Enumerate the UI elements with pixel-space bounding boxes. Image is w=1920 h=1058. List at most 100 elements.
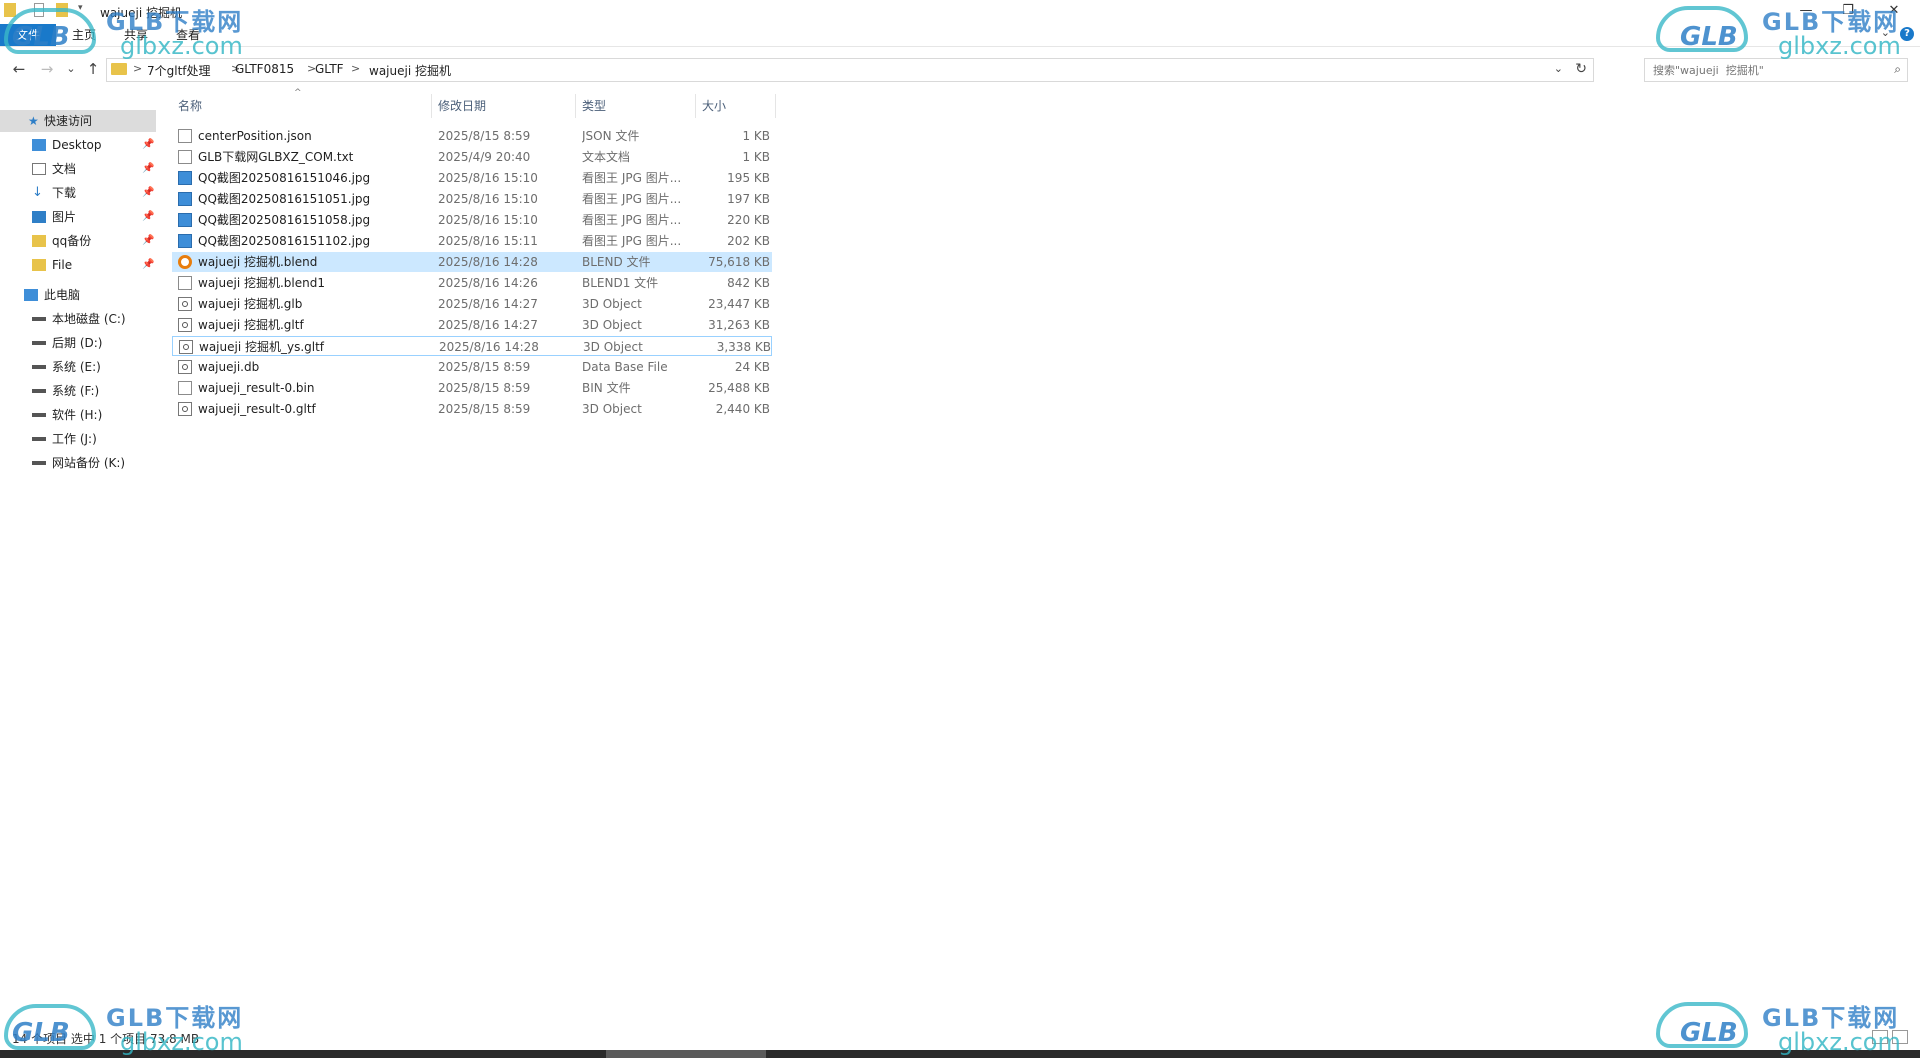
address-dropdown-icon[interactable]: ⌄ (1554, 62, 1563, 75)
sidebar-item-documents[interactable]: 文档 📌 (0, 158, 156, 180)
new-folder-icon[interactable] (56, 3, 68, 17)
column-header-type[interactable]: 类型 (576, 94, 696, 118)
file-type: Data Base File (582, 360, 668, 374)
file-row[interactable]: wajueji 挖掘机.glb 2025/8/16 14:27 3D Objec… (172, 294, 772, 314)
close-button[interactable]: ✕ (1874, 2, 1914, 20)
file-size: 202 KB (727, 234, 770, 248)
large-icons-view-icon[interactable] (1892, 1030, 1908, 1044)
pin-icon[interactable]: 📌 (142, 230, 154, 252)
sidebar-item-qq-backup[interactable]: qq备份 📌 (0, 230, 156, 252)
file-type: 看图王 JPG 图片... (582, 171, 682, 185)
file-row[interactable]: wajueji_result-0.gltf 2025/8/15 8:59 3D … (172, 399, 772, 419)
breadcrumb-item[interactable]: wajueji 挖掘机 (369, 62, 451, 79)
breadcrumb-item[interactable]: 7个gltf处理 (147, 62, 211, 79)
pin-icon[interactable]: 📌 (142, 254, 154, 276)
breadcrumb-item[interactable]: GLTF0815 (235, 62, 294, 76)
file-date: 2025/8/16 14:27 (438, 318, 538, 332)
file-date: 2025/8/16 14:28 (438, 255, 538, 269)
sidebar-item-label: File (52, 258, 73, 272)
column-header-size[interactable]: 大小 (696, 94, 776, 118)
recent-locations-button[interactable]: ⌄ (62, 60, 80, 78)
tab-file[interactable]: 文件 (0, 24, 56, 46)
sidebar-item-drive-c[interactable]: 本地磁盘 (C:) (0, 308, 156, 330)
minimize-button[interactable]: — (1786, 2, 1826, 20)
details-view-icon[interactable] (1872, 1030, 1888, 1044)
file-row[interactable]: QQ截图20250816151046.jpg 2025/8/16 15:10 看… (172, 168, 772, 188)
sidebar-item-drive-d[interactable]: 后期 (D:) (0, 332, 156, 354)
file-type: 3D Object (582, 402, 642, 416)
column-header-name[interactable]: 名称 (172, 94, 432, 118)
breadcrumb-item[interactable]: GLTF (315, 62, 344, 76)
file-date: 2025/8/15 8:59 (438, 360, 531, 374)
ribbon-expand-icon[interactable]: ⌄ (1881, 26, 1890, 39)
back-button[interactable]: ← (10, 60, 28, 78)
drive-icon (32, 437, 46, 441)
sidebar-item-drive-h[interactable]: 软件 (H:) (0, 404, 156, 426)
file-date: 2025/8/16 15:10 (438, 192, 538, 206)
sidebar-item-drive-f[interactable]: 系统 (F:) (0, 380, 156, 402)
sidebar-item-drive-j[interactable]: 工作 (J:) (0, 428, 156, 450)
sidebar-item-drive-e[interactable]: 系统 (E:) (0, 356, 156, 378)
tab-share[interactable]: 共享 (116, 26, 156, 44)
file-row[interactable]: QQ截图20250816151051.jpg 2025/8/16 15:10 看… (172, 189, 772, 209)
taskbar-active-app[interactable] (606, 1050, 766, 1058)
drive-icon (32, 389, 46, 393)
file-name: wajueji 挖掘机_ys.gltf (199, 340, 325, 354)
watermark-bottom-right: GLB GLB下载网 glbxz.com (1650, 996, 1920, 1056)
file-row[interactable]: centerPosition.json 2025/8/15 8:59 JSON … (172, 126, 772, 146)
file-type: 3D Object (582, 297, 642, 311)
tab-view[interactable]: 查看 (168, 26, 208, 44)
file-name: QQ截图20250816151046.jpg (198, 171, 371, 185)
breadcrumb-separator[interactable]: > (351, 62, 360, 75)
sidebar-item-desktop[interactable]: Desktop 📌 (0, 134, 156, 156)
column-header-date[interactable]: 修改日期 (432, 94, 576, 118)
image-file-icon (178, 171, 192, 185)
sidebar-item-quick-access[interactable]: ★ 快速访问 (0, 110, 156, 132)
forward-button[interactable]: → (38, 60, 56, 78)
pin-icon[interactable]: 📌 (142, 206, 154, 228)
pin-icon[interactable]: 📌 (142, 182, 154, 204)
file-row[interactable]: QQ截图20250816151058.jpg 2025/8/16 15:10 看… (172, 210, 772, 230)
sidebar-item-label: 下载 (52, 186, 77, 200)
search-icon[interactable]: ⌕ (1894, 62, 1901, 77)
file-name: QQ截图20250816151058.jpg (198, 213, 371, 227)
sidebar-item-downloads[interactable]: ↓ 下载 📌 (0, 182, 156, 204)
maximize-button[interactable]: ❐ (1828, 2, 1868, 20)
file-row-focused[interactable]: wajueji 挖掘机_ys.gltf 2025/8/16 14:28 3D O… (172, 336, 772, 356)
pin-icon[interactable]: 📌 (142, 158, 154, 180)
file-type: 看图王 JPG 图片... (582, 192, 682, 206)
properties-icon[interactable] (34, 3, 44, 17)
search-input[interactable] (1651, 61, 1875, 79)
file-date: 2025/8/16 14:28 (439, 340, 539, 354)
file-size: 195 KB (727, 171, 770, 185)
file-row[interactable]: wajueji_result-0.bin 2025/8/15 8:59 BIN … (172, 378, 772, 398)
taskbar (0, 1050, 1920, 1058)
address-bar[interactable]: > 7个gltf处理 > GLTF0815 > GLTF > wajueji 挖… (106, 58, 1594, 82)
sidebar-item-file[interactable]: File 📌 (0, 254, 156, 276)
sidebar-item-drive-k[interactable]: 网站备份 (K:) (0, 452, 156, 474)
sidebar-item-this-pc[interactable]: 此电脑 (0, 284, 156, 306)
breadcrumb-separator[interactable]: > (133, 62, 142, 75)
file-type: 看图王 JPG 图片... (582, 234, 682, 248)
computer-icon (24, 289, 38, 301)
file-date: 2025/8/15 8:59 (438, 129, 531, 143)
json-file-icon (178, 129, 192, 143)
3d-object-icon (178, 402, 192, 416)
help-icon[interactable]: ? (1900, 27, 1914, 41)
file-row[interactable]: wajueji.db 2025/8/15 8:59 Data Base File… (172, 357, 772, 377)
up-button[interactable]: ↑ (84, 60, 102, 78)
refresh-icon[interactable]: ↻ (1575, 61, 1587, 77)
file-row[interactable]: wajueji 挖掘机.blend1 2025/8/16 14:26 BLEND… (172, 273, 772, 293)
sidebar-item-pictures[interactable]: 图片 📌 (0, 206, 156, 228)
file-type: 3D Object (582, 318, 642, 332)
file-row[interactable]: wajueji 挖掘机.gltf 2025/8/16 14:27 3D Obje… (172, 315, 772, 335)
file-row[interactable]: GLB下载网GLBXZ_COM.txt 2025/4/9 20:40 文本文档 … (172, 147, 772, 167)
file-size: 31,263 KB (708, 318, 770, 332)
file-row[interactable]: QQ截图20250816151102.jpg 2025/8/16 15:11 看… (172, 231, 772, 251)
tab-home[interactable]: 主页 (64, 26, 104, 44)
pin-icon[interactable]: 📌 (142, 134, 154, 156)
file-size: 1 KB (742, 150, 770, 164)
search-box[interactable]: ⌕ (1644, 58, 1908, 82)
customize-toolbar-icon[interactable]: ▾ (78, 3, 83, 17)
file-row-selected[interactable]: wajueji 挖掘机.blend 2025/8/16 14:28 BLEND … (172, 252, 772, 272)
